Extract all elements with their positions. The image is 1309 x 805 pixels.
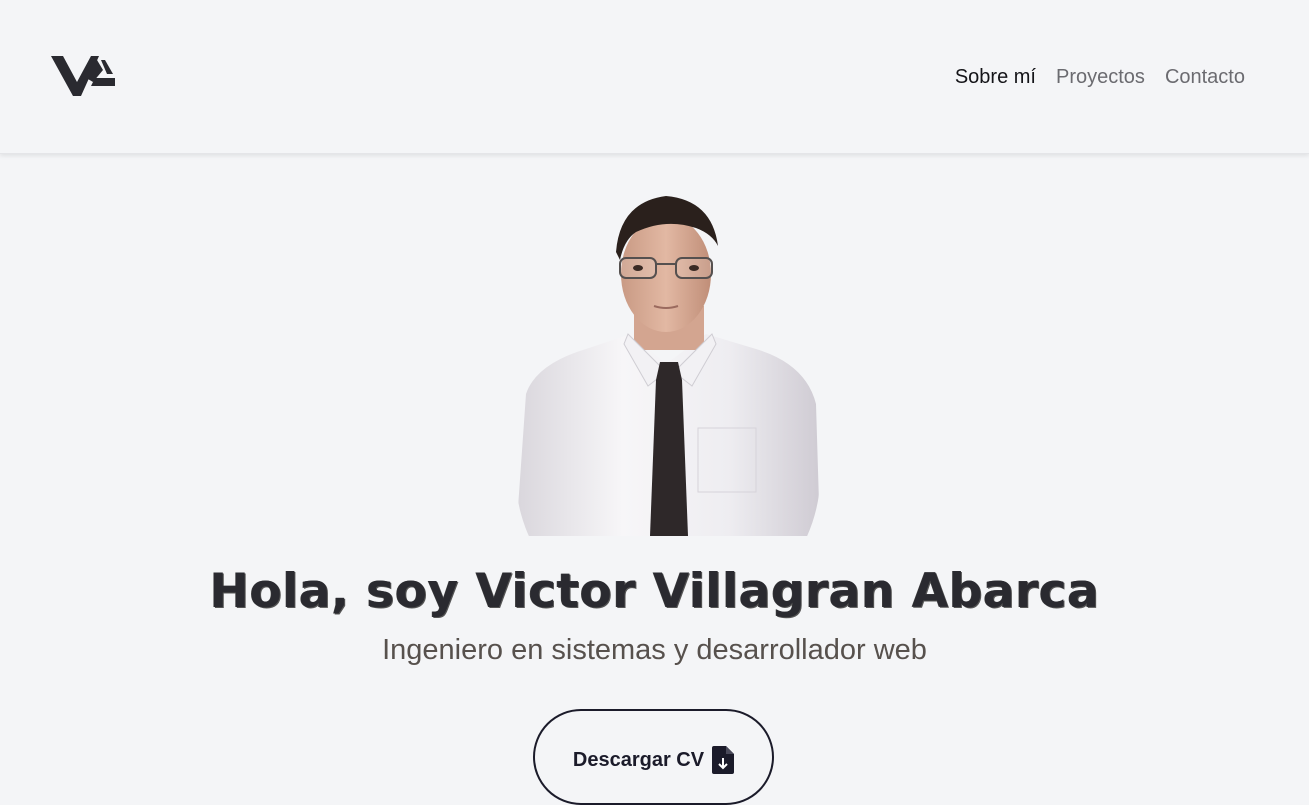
file-download-icon — [712, 746, 735, 774]
nav-link-sobre-mi[interactable]: Sobre mí — [955, 64, 1036, 90]
nav-link-proyectos[interactable]: Proyectos — [1056, 64, 1145, 90]
main-nav: Sobre mí Proyectos Contacto — [955, 64, 1245, 90]
nav-link-contacto[interactable]: Contacto — [1165, 64, 1245, 90]
hero-subtitle: Ingeniero en sistemas y desarrollador we… — [382, 634, 927, 666]
download-cv-label: Descargar CV — [572, 749, 705, 771]
logo-link[interactable] — [51, 54, 117, 98]
va-logo-icon — [51, 56, 115, 96]
download-cv-button[interactable]: Descargar CV — [533, 709, 774, 805]
profile-portrait — [516, 196, 820, 536]
hero-title: Hola, soy Victor Villagran Abarca — [209, 564, 1100, 619]
navbar: Sobre mí Proyectos Contacto — [0, 0, 1309, 154]
hero-section: Hola, soy Victor Villagran Abarca Ingeni… — [0, 154, 1309, 805]
